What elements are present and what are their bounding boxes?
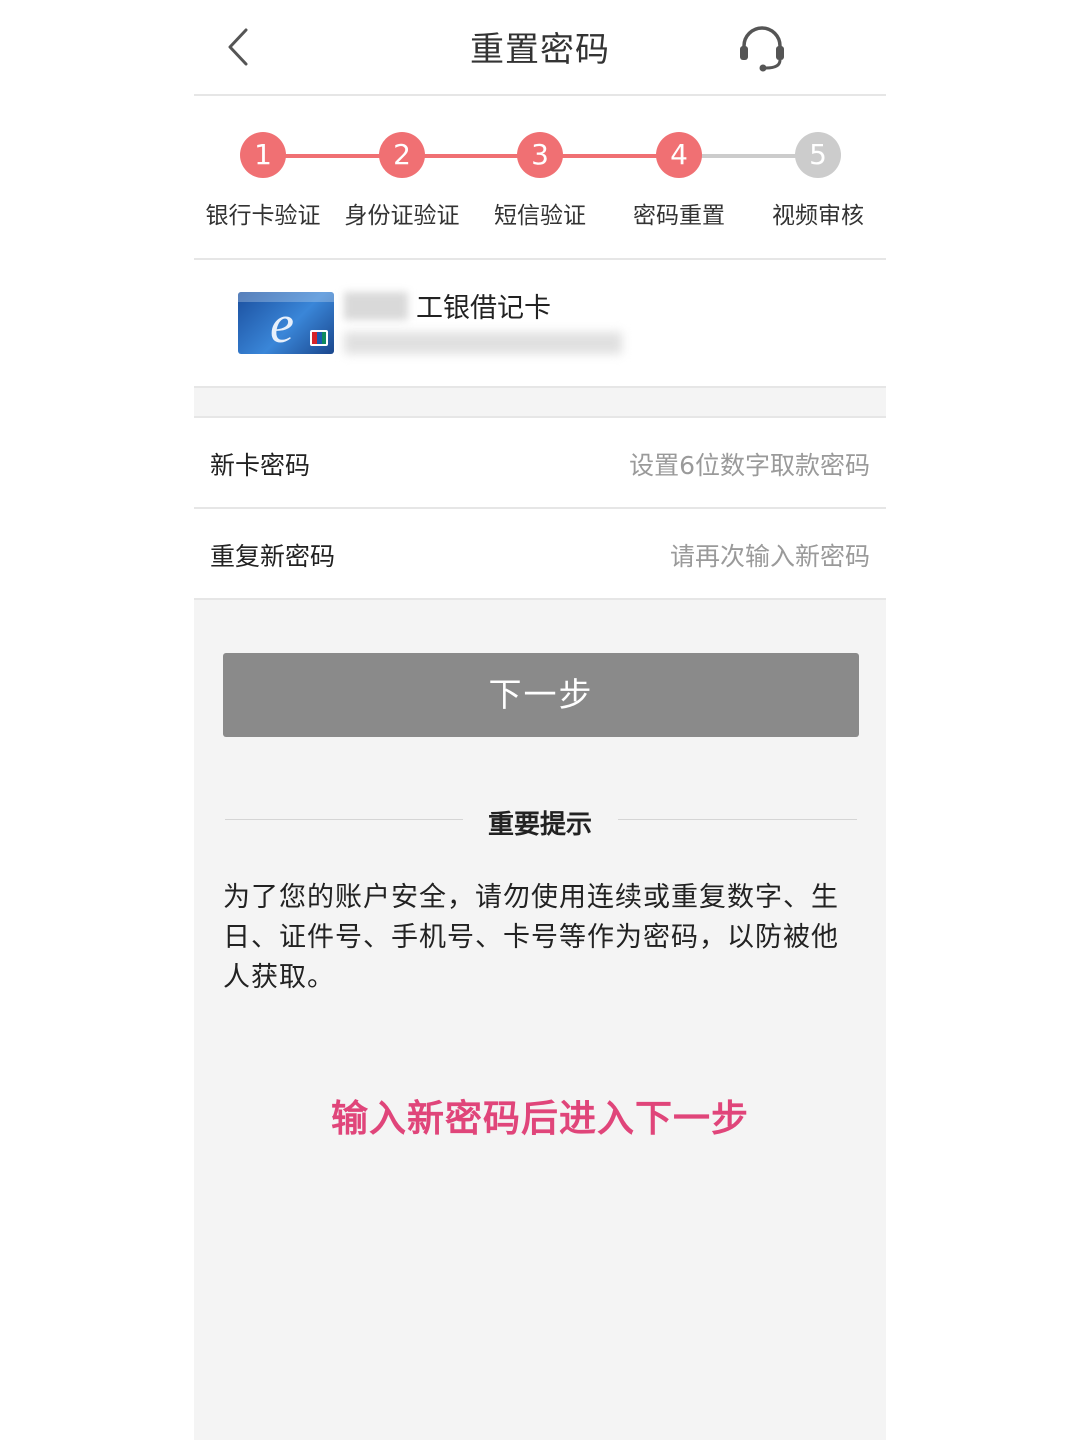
card-name: 工银借记卡 bbox=[416, 293, 551, 324]
step-label: 银行卡验证 bbox=[205, 203, 321, 229]
step-label: 身份证验证 bbox=[344, 203, 460, 229]
next-button[interactable]: 下一步 bbox=[223, 653, 859, 737]
section-gap bbox=[194, 388, 886, 418]
step-2: 2 身份证验证 bbox=[333, 132, 471, 230]
new-pin-label: 新卡密码 bbox=[210, 451, 311, 480]
step-number: 4 bbox=[656, 132, 702, 178]
card-e-logo: e bbox=[238, 292, 334, 354]
notice-title: 重要提示 bbox=[487, 810, 592, 840]
step-number: 2 bbox=[379, 132, 425, 178]
step-3: 3 短信验证 bbox=[471, 132, 609, 230]
repeat-pin-field[interactable]: 重复新密码 请再次输入新密码 bbox=[194, 509, 886, 600]
new-pin-input[interactable]: 设置6位数字取款密码 bbox=[629, 446, 870, 482]
step-label: 短信验证 bbox=[494, 203, 586, 229]
headset-icon[interactable] bbox=[736, 22, 788, 74]
step-number: 3 bbox=[517, 132, 563, 178]
card-owner-blurred bbox=[344, 292, 408, 320]
repeat-pin-input[interactable]: 请再次输入新密码 bbox=[670, 537, 870, 573]
notice-text: 为了您的账户安全，请勿使用连续或重复数字、生日、证件号、手机号、卡号等作为密码，… bbox=[223, 882, 839, 993]
phone-screen: 重置密码 1 银行卡验证 2 身份证验证 3 短信验证 4 密码重置 5 视频审… bbox=[194, 0, 886, 1440]
step-4: 4 密码重置 bbox=[610, 132, 748, 230]
bank-card-image: e bbox=[238, 292, 334, 354]
step-5: 5 视频审核 bbox=[749, 132, 887, 230]
step-label: 密码重置 bbox=[633, 203, 725, 229]
annotation-text: 输入新密码后进入下一步 bbox=[331, 1097, 749, 1140]
repeat-pin-label: 重复新密码 bbox=[210, 542, 336, 571]
progress-steps: 1 银行卡验证 2 身份证验证 3 短信验证 4 密码重置 5 视频审核 bbox=[194, 96, 886, 260]
card-number-blurred bbox=[344, 332, 622, 354]
step-1: 1 银行卡验证 bbox=[194, 132, 332, 230]
svg-text:e: e bbox=[270, 294, 294, 354]
bank-card-row: e 工银借记卡 bbox=[194, 260, 886, 388]
step-number: 5 bbox=[795, 132, 841, 178]
new-pin-field[interactable]: 新卡密码 设置6位数字取款密码 bbox=[194, 418, 886, 509]
header-bar: 重置密码 bbox=[194, 0, 886, 96]
step-number: 1 bbox=[240, 132, 286, 178]
step-label: 视频审核 bbox=[772, 203, 864, 229]
